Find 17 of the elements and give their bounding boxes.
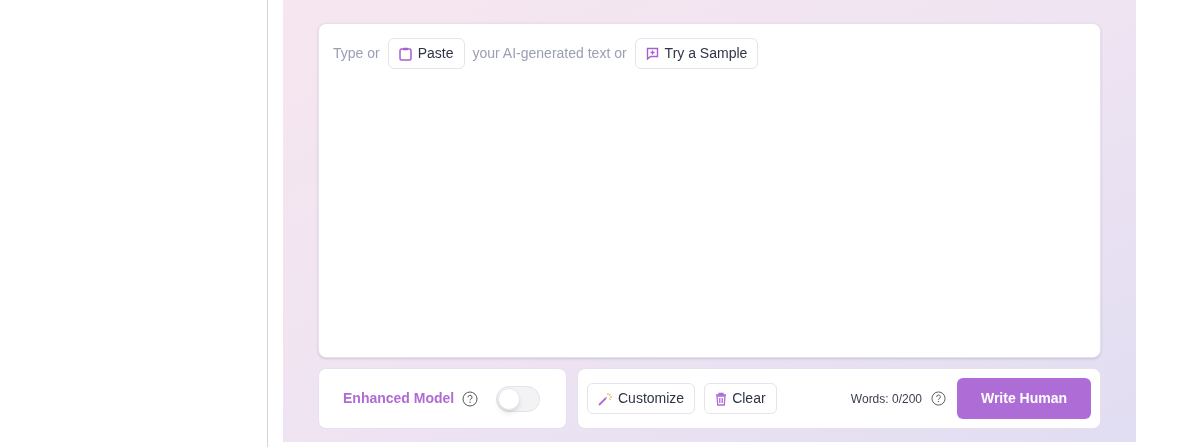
text-input-area[interactable]: Type or Paste your AI-generated text or Try a Sample bbox=[318, 23, 1101, 358]
help-icon[interactable] bbox=[931, 391, 946, 406]
placeholder-text: your AI-generated text or bbox=[472, 44, 627, 63]
sample-button[interactable]: Try a Sample bbox=[634, 38, 759, 69]
enhanced-model-label: Enhanced Model bbox=[343, 389, 455, 408]
customize-button[interactable]: Customize bbox=[587, 383, 696, 414]
enhanced-model-toggle[interactable] bbox=[496, 385, 541, 412]
add-message-icon bbox=[645, 47, 659, 60]
clipboard-icon bbox=[398, 46, 412, 61]
help-icon[interactable] bbox=[462, 390, 479, 407]
paste-button[interactable]: Paste bbox=[387, 38, 465, 69]
word-count: Words: 0/200 bbox=[850, 390, 922, 408]
clear-button[interactable]: Clear bbox=[704, 383, 777, 414]
magic-wand-icon bbox=[598, 391, 613, 406]
placeholder-text: Type or bbox=[333, 44, 380, 63]
trash-icon bbox=[715, 391, 728, 406]
write-human-button[interactable]: Write Human bbox=[957, 378, 1091, 419]
